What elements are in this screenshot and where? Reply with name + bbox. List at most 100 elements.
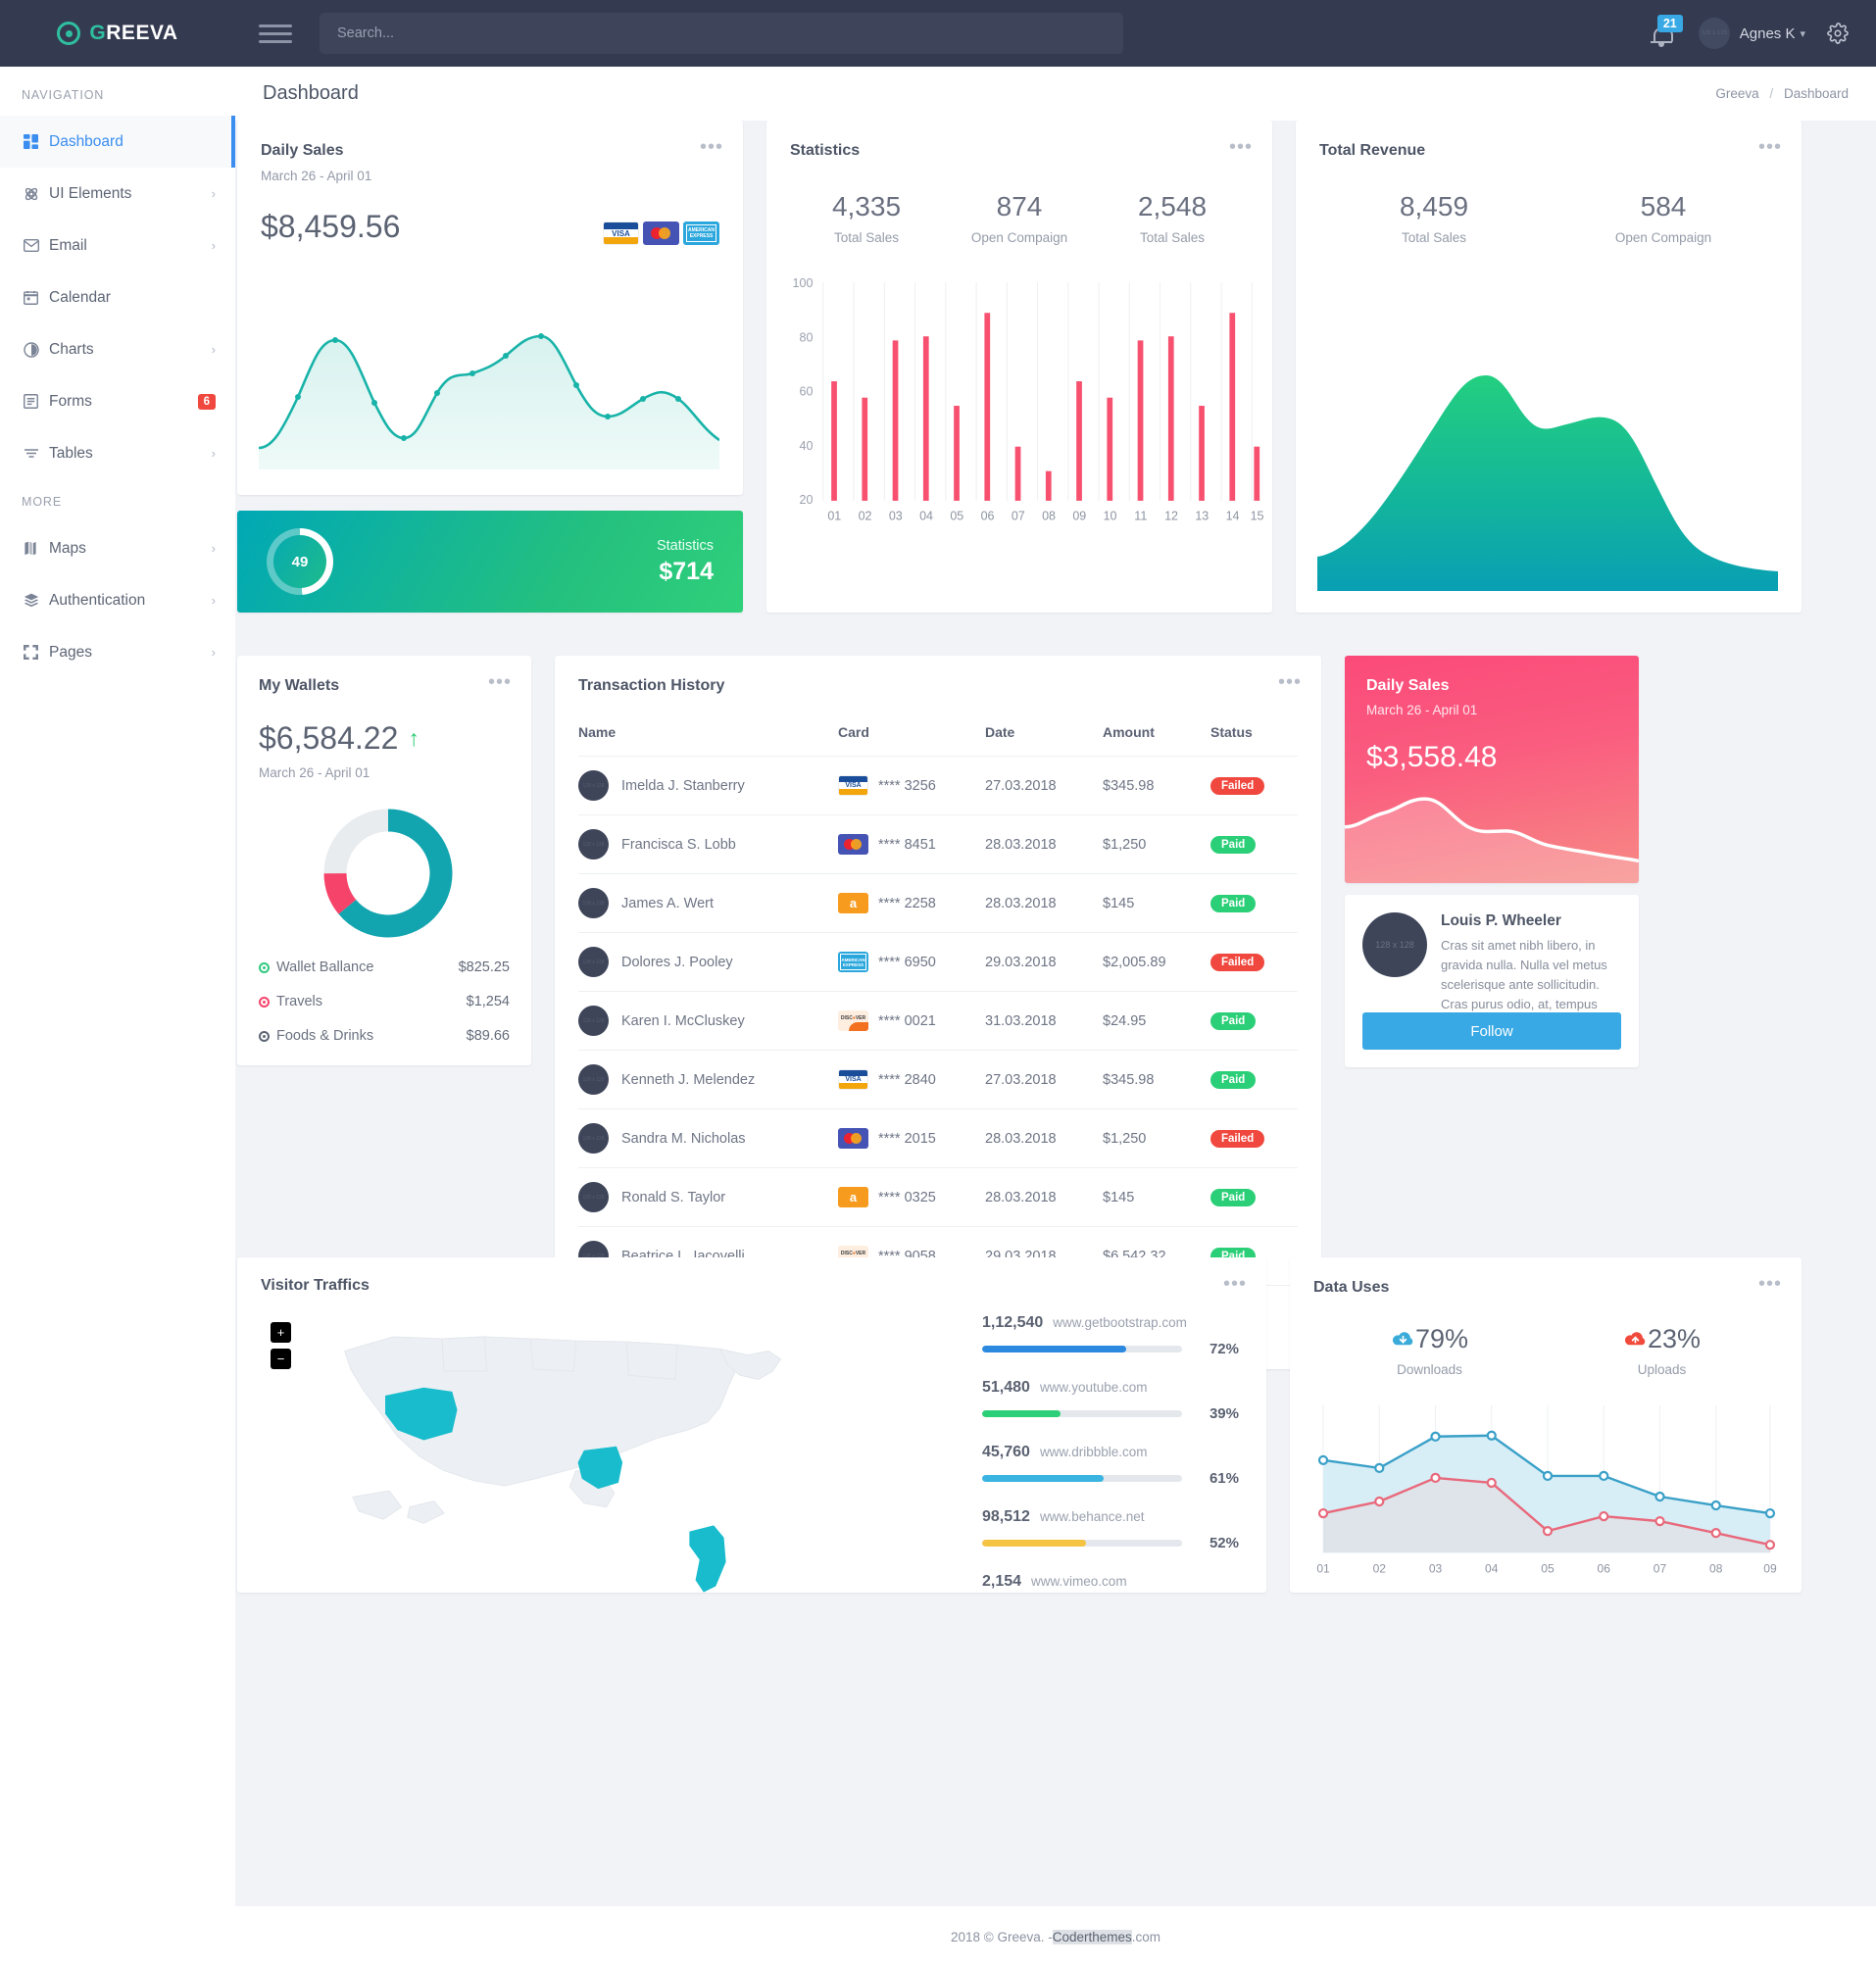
map-zoom-in-button[interactable]: + bbox=[271, 1322, 291, 1343]
card-menu-icon[interactable]: ••• bbox=[700, 137, 723, 157]
avatar: 128 x 128 bbox=[578, 1182, 609, 1212]
table-row[interactable]: 128 x 128 Karen I. McCluskey DISC●VER **** … bbox=[578, 991, 1298, 1051]
logo[interactable]: GREEVA bbox=[0, 22, 235, 45]
cell-status: Failed bbox=[1210, 1108, 1298, 1168]
sidebar-item-calendar[interactable]: Calendar bbox=[0, 271, 235, 323]
visa-card-icon: VISA bbox=[603, 221, 639, 245]
pie-icon bbox=[24, 341, 49, 358]
wallet-legend-item: Wallet Ballance $825.25 bbox=[259, 959, 510, 975]
map-zoom-out-button[interactable]: − bbox=[271, 1349, 291, 1369]
traffic-url[interactable]: www.getbootstrap.com bbox=[1053, 1315, 1187, 1330]
cell-status: Failed bbox=[1210, 932, 1298, 992]
daily-sales-pink-card: Daily Sales March 26 - April 01 $3,558.4… bbox=[1345, 656, 1639, 883]
table-row[interactable]: 128 x 128 James A. Wert a **** 2258 28.03.20… bbox=[578, 873, 1298, 933]
progress-fill bbox=[982, 1540, 1087, 1547]
status-badge: Paid bbox=[1210, 1011, 1257, 1030]
table-row[interactable]: 128 x 128 Francisca S. Lobb **** 8451 28.03… bbox=[578, 814, 1298, 874]
sidebar-item-authentication[interactable]: Authentication › bbox=[0, 574, 235, 626]
footer-brand[interactable]: Coderthemes bbox=[1052, 1929, 1132, 1944]
user-menu[interactable]: 128 x 128 Agnes K ▾ bbox=[1698, 18, 1805, 49]
sidebar-item-maps[interactable]: Maps › bbox=[0, 522, 235, 574]
my-wallets-card: My Wallets ••• $6,584.22 ↑ March 26 - Ap… bbox=[237, 656, 531, 1065]
cell-name: 128 x 128 Karen I. McCluskey bbox=[578, 991, 838, 1051]
map-state-florida[interactable] bbox=[689, 1525, 726, 1593]
footer: 2018 © Greeva. - Coderthemes .com bbox=[235, 1906, 1876, 1967]
sidebar: NAVIGATION Dashboard UI Elements › Email… bbox=[0, 67, 235, 1967]
wallet-legend-item: Travels $1,254 bbox=[259, 994, 510, 1009]
usa-map[interactable] bbox=[316, 1308, 806, 1593]
profile-name: Louis P. Wheeler bbox=[1441, 912, 1561, 929]
amex-card-icon: AMERICAN EXPRESS bbox=[838, 952, 868, 972]
pink-amount: $3,558.48 bbox=[1366, 741, 1498, 773]
avatar: 128 x 128 bbox=[578, 1006, 609, 1036]
sidebar-item-tables[interactable]: Tables › bbox=[0, 427, 235, 479]
sidebar-item-label: Email bbox=[49, 236, 87, 254]
traffic-url[interactable]: www.behance.net bbox=[1040, 1509, 1145, 1524]
table-row[interactable]: 128 x 128 Ronald S. Taylor a **** 0325 28.03… bbox=[578, 1167, 1298, 1227]
traffic-url[interactable]: www.vimeo.com bbox=[1031, 1574, 1127, 1589]
traffic-url[interactable]: www.youtube.com bbox=[1040, 1380, 1148, 1395]
cell-status: Paid bbox=[1210, 991, 1298, 1051]
traffic-percent: 52% bbox=[1209, 1535, 1239, 1551]
svg-text:60: 60 bbox=[800, 385, 814, 399]
wallet-date-range: March 26 - April 01 bbox=[259, 765, 370, 780]
traffic-sites-list: 1,12,540 www.getbootstrap.com 72% 51,480 www… bbox=[982, 1314, 1239, 1593]
map-icon bbox=[24, 541, 49, 556]
sidebar-item-pages[interactable]: Pages › bbox=[0, 626, 235, 678]
sidebar-item-charts[interactable]: Charts › bbox=[0, 323, 235, 375]
status-badge: Paid bbox=[1210, 894, 1257, 912]
downloads-pct: 79% bbox=[1414, 1324, 1469, 1353]
breadcrumb: Greeva / Dashboard bbox=[1715, 86, 1849, 101]
cell-card: **** 8451 bbox=[838, 814, 985, 874]
gear-icon[interactable] bbox=[1827, 23, 1849, 44]
stat-label: Total Sales bbox=[1139, 230, 1206, 245]
my-wallets-donut-chart bbox=[323, 809, 453, 938]
menu-toggle-icon[interactable] bbox=[259, 20, 292, 48]
table-row[interactable]: 128 x 128 Imelda J. Stanberry VISA **** 325… bbox=[578, 756, 1298, 815]
sidebar-item-email[interactable]: Email › bbox=[0, 220, 235, 271]
chevron-right-icon: › bbox=[211, 593, 216, 608]
cell-date: 28.03.2018 bbox=[985, 1108, 1103, 1168]
notifications-button[interactable]: 21 bbox=[1648, 15, 1683, 50]
topbar: GREEVA 21 128 x 128 Agnes K ▾ bbox=[0, 0, 1876, 67]
sidebar-item-dashboard[interactable]: Dashboard bbox=[0, 116, 235, 168]
cell-status: Paid bbox=[1210, 873, 1298, 933]
breadcrumb-root[interactable]: Greeva bbox=[1715, 86, 1758, 101]
ring-value: 49 bbox=[291, 553, 309, 570]
card-menu-icon[interactable]: ••• bbox=[1278, 672, 1302, 692]
traffic-site-row: 51,480 www.youtube.com 39% bbox=[982, 1379, 1239, 1422]
legend-label: Foods & Drinks bbox=[276, 1028, 374, 1044]
visa-card-icon: VISA bbox=[838, 1069, 868, 1090]
traffic-site-row: 2,154www.vimeo.com28% bbox=[982, 1573, 1239, 1593]
sidebar-item-label: Calendar bbox=[49, 288, 111, 306]
card-menu-icon[interactable]: ••• bbox=[488, 672, 512, 692]
table-row[interactable]: 128 x 128 Dolores J. Pooley AMERICAN EXPRE… bbox=[578, 932, 1298, 992]
cell-amount: $1,250 bbox=[1103, 814, 1210, 874]
uploads-label: Uploads bbox=[1637, 1362, 1687, 1377]
daily-sales-amount: $8,459.56 bbox=[261, 209, 401, 244]
table-row[interactable]: 128 x 128 Sandra M. Nicholas **** 2015 28.0… bbox=[578, 1108, 1298, 1168]
sidebar-item-forms[interactable]: Forms 6 bbox=[0, 375, 235, 427]
traffic-site-row: 98,512 www.behance.net 52% bbox=[982, 1508, 1239, 1551]
search-input[interactable] bbox=[320, 13, 1123, 54]
traffic-percent: 61% bbox=[1209, 1470, 1239, 1487]
layers-icon bbox=[24, 593, 49, 608]
total-revenue-card: Total Revenue ••• 8,459 Total Sales 584 … bbox=[1296, 121, 1802, 613]
card-title: Daily Sales bbox=[261, 142, 344, 159]
pink-date-range: March 26 - April 01 bbox=[1366, 703, 1478, 717]
traffic-url[interactable]: www.dribbble.com bbox=[1040, 1445, 1148, 1459]
card-menu-icon[interactable]: ••• bbox=[1758, 1274, 1782, 1294]
chevron-right-icon: › bbox=[211, 238, 216, 253]
card-menu-icon[interactable]: ••• bbox=[1229, 137, 1253, 157]
cell-name: 128 x 128 James A. Wert bbox=[578, 873, 838, 933]
table-row[interactable]: 128 x 128 Kenneth J. Melendez VISA **** 284… bbox=[578, 1050, 1298, 1109]
svg-text:40: 40 bbox=[800, 439, 814, 453]
card-menu-icon[interactable]: ••• bbox=[1223, 1274, 1247, 1294]
sidebar-item-ui-elements[interactable]: UI Elements › bbox=[0, 168, 235, 220]
status-badge: Failed bbox=[1210, 776, 1265, 795]
table-icon bbox=[24, 447, 49, 460]
follow-button[interactable]: Follow bbox=[1362, 1012, 1621, 1050]
status-badge: Paid bbox=[1210, 835, 1257, 854]
status-badge: Paid bbox=[1210, 1070, 1257, 1089]
card-menu-icon[interactable]: ••• bbox=[1758, 137, 1782, 157]
